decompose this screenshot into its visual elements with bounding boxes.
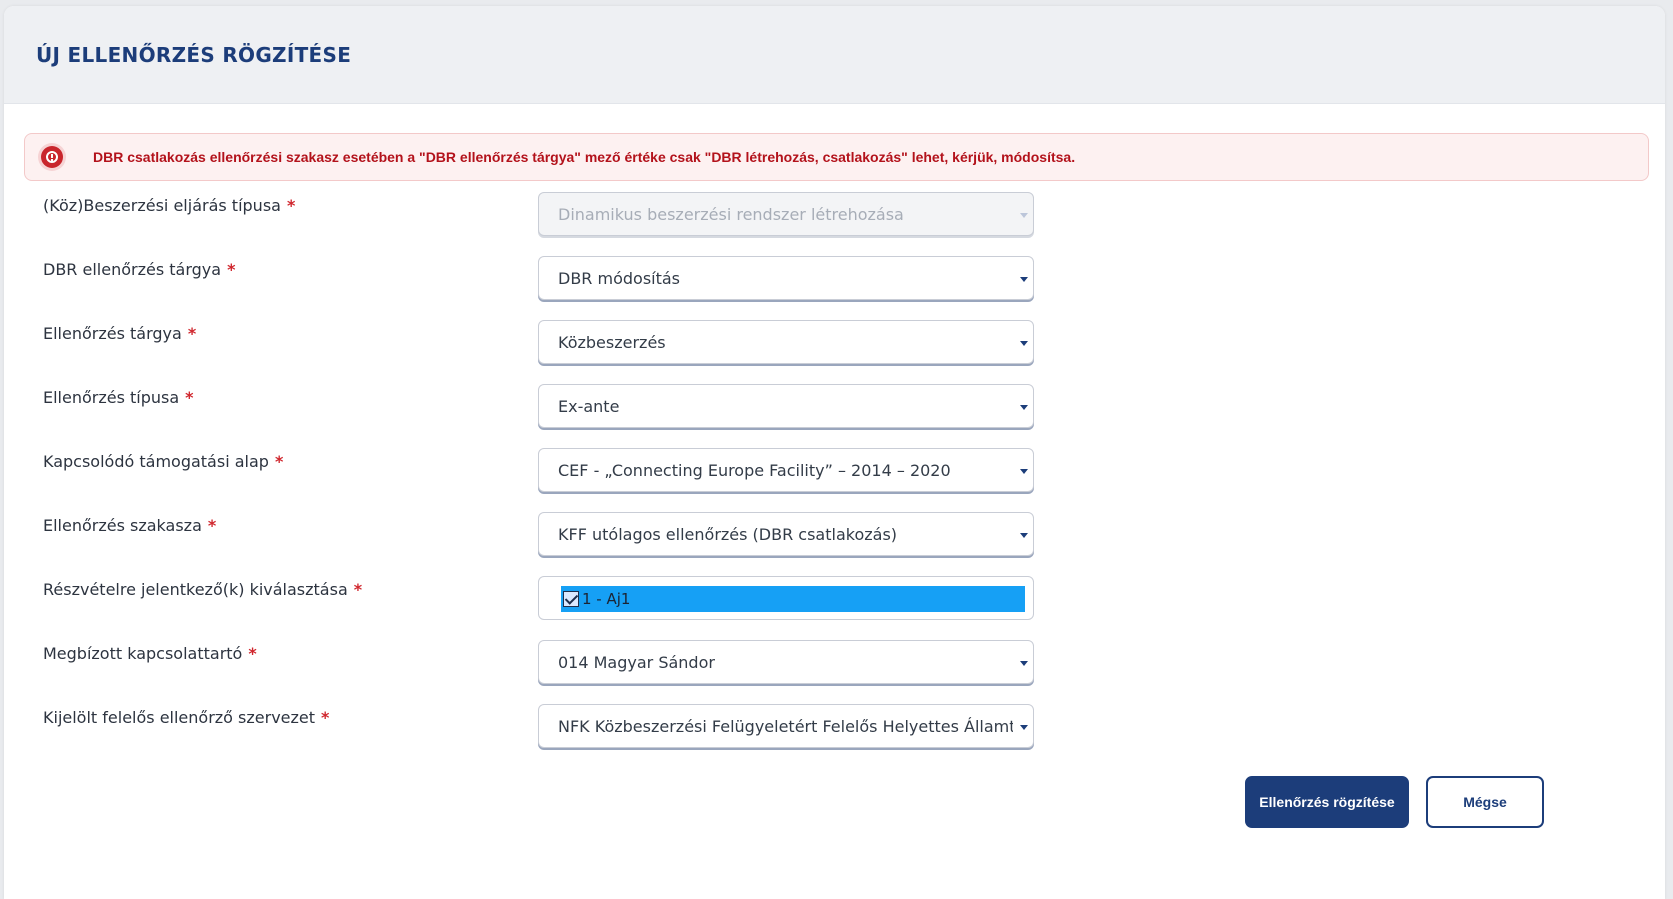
page-title: ÚJ ELLENŐRZÉS RÖGZÍTÉSE	[36, 42, 352, 67]
required-mark: *	[353, 580, 363, 599]
field-responsible-organization: Kijelölt felelős ellenőrző szervezet * NF…	[4, 704, 1665, 750]
chevron-down-icon	[1020, 533, 1028, 538]
required-mark: *	[207, 516, 217, 535]
support-fund-select[interactable]: CEF - „Connecting Europe Facility” – 201…	[538, 448, 1034, 492]
procurement-type-select: Dinamikus beszerzési rendszer létrehozás…	[538, 192, 1034, 236]
field-inspection-phase: Ellenőrzés szakasza * KFF utólagos ellenő…	[4, 512, 1665, 558]
select-value: Közbeszerzés	[558, 332, 666, 352]
field-label: Részvételre jelentkező(k) kiválasztása *	[43, 580, 363, 599]
chevron-down-icon	[1020, 469, 1028, 474]
chevron-down-icon	[1020, 661, 1028, 666]
required-mark: *	[321, 708, 330, 727]
applicant-multiselect[interactable]: 1 - Aj1	[538, 576, 1034, 620]
chevron-down-icon	[1020, 277, 1028, 282]
chevron-down-icon	[1020, 405, 1028, 410]
option-label: 1 - Aj1	[582, 590, 631, 608]
field-label: Megbízott kapcsolattartó *	[43, 644, 257, 663]
field-label: Kapcsolódó támogatási alap *	[43, 452, 284, 471]
submit-inspection-button[interactable]: Ellenőrzés rögzítése	[1245, 776, 1409, 828]
form-header: ÚJ ELLENŐRZÉS RÖGZÍTÉSE	[4, 6, 1665, 104]
inspection-phase-select[interactable]: KFF utólagos ellenőrzés (DBR csatlakozás…	[538, 512, 1034, 556]
chevron-down-icon	[1020, 341, 1028, 346]
field-label: Ellenőrzés típusa *	[43, 388, 194, 407]
field-procurement-type: (Köz)Beszerzési eljárás típusa * Dinamiku…	[4, 192, 1665, 238]
cancel-button[interactable]: Mégse	[1426, 776, 1544, 828]
field-label: Ellenőrzés szakasza *	[43, 516, 217, 535]
field-dbr-subject: DBR ellenőrzés tárgya * DBR módosítás	[4, 256, 1665, 302]
required-mark: *	[227, 260, 236, 279]
error-icon	[41, 146, 63, 168]
alert-message: DBR csatlakozás ellenőrzési szakasz eset…	[93, 149, 1076, 165]
required-mark: *	[248, 644, 257, 663]
field-support-fund: Kapcsolódó támogatási alap * CEF - „Conne…	[4, 448, 1665, 494]
field-inspection-type: Ellenőrzés típusa * Ex-ante	[4, 384, 1665, 430]
field-inspection-subject: Ellenőrzés tárgya * Közbeszerzés	[4, 320, 1665, 366]
select-value: 014 Magyar Sándor	[558, 652, 715, 672]
select-value: Ex-ante	[558, 396, 620, 416]
select-value: KFF utólagos ellenőrzés (DBR csatlakozás…	[558, 524, 898, 544]
inspection-type-select[interactable]: Ex-ante	[538, 384, 1034, 428]
field-label: Kijelölt felelős ellenőrző szervezet *	[43, 708, 330, 727]
field-contact-person: Megbízott kapcsolattartó * 014 Magyar Sán…	[4, 640, 1665, 686]
checkbox-checked-icon[interactable]	[563, 591, 579, 607]
chevron-down-icon	[1020, 725, 1028, 730]
select-value: CEF - „Connecting Europe Facility” – 201…	[558, 460, 951, 480]
field-applicant-selection: Részvételre jelentkező(k) kiválasztása * …	[4, 576, 1665, 622]
required-mark: *	[187, 324, 197, 343]
select-value: Dinamikus beszerzési rendszer létrehozás…	[558, 204, 904, 224]
applicant-option[interactable]: 1 - Aj1	[561, 586, 1025, 612]
required-mark: *	[286, 196, 296, 215]
responsible-organization-select[interactable]: NFK Közbeszerzési Felügyeletért Felelős …	[538, 704, 1034, 748]
required-mark: *	[274, 452, 284, 471]
inspection-subject-select[interactable]: Közbeszerzés	[538, 320, 1034, 364]
field-label: DBR ellenőrzés tárgya *	[43, 260, 236, 279]
select-value: DBR módosítás	[558, 268, 681, 288]
field-label: Ellenőrzés tárgya *	[43, 324, 197, 343]
dbr-subject-select[interactable]: DBR módosítás	[538, 256, 1034, 300]
field-label: (Köz)Beszerzési eljárás típusa *	[43, 196, 296, 215]
validation-error-alert: DBR csatlakozás ellenőrzési szakasz eset…	[24, 133, 1649, 181]
select-value: NFK Közbeszerzési Felügyeletért Felelős …	[558, 716, 1013, 736]
chevron-down-icon	[1020, 213, 1028, 218]
new-inspection-form-card: ÚJ ELLENŐRZÉS RÖGZÍTÉSE DBR csatlakozás …	[4, 6, 1665, 899]
contact-person-select[interactable]: 014 Magyar Sándor	[538, 640, 1034, 684]
required-mark: *	[185, 388, 194, 407]
